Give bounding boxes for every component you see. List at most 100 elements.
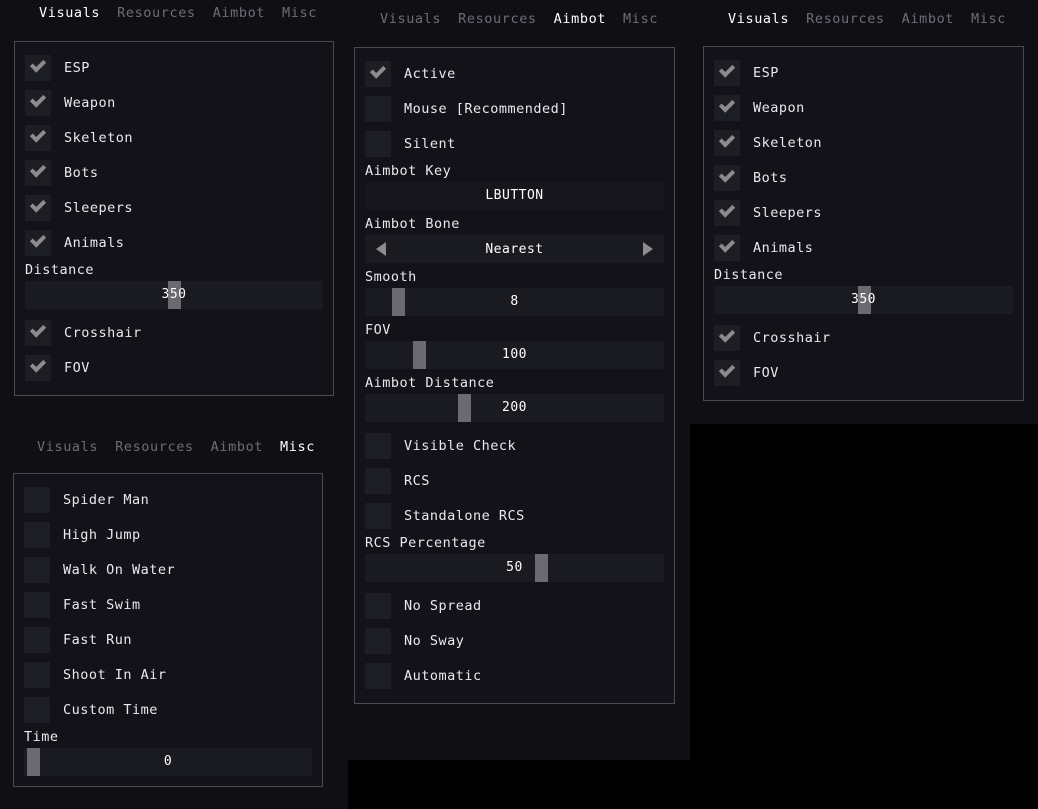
checkbox-active[interactable] — [365, 61, 391, 87]
slider-aimbot-distance[interactable]: 200 — [365, 394, 664, 422]
checkbox-row-skeleton[interactable]: Skeleton — [25, 120, 323, 155]
checkbox-fov[interactable] — [714, 360, 740, 386]
checkbox-row-standalone-rcs[interactable]: Standalone RCS — [365, 498, 664, 533]
checkbox-label-high-jump: High Jump — [63, 527, 141, 543]
tab-misc[interactable]: Misc — [623, 11, 658, 27]
checkbox-row-bots[interactable]: Bots — [714, 160, 1013, 195]
tab-misc[interactable]: Misc — [282, 5, 317, 21]
checkbox-row-weapon[interactable]: Weapon — [25, 85, 323, 120]
tab-aimbot[interactable]: Aimbot — [902, 11, 954, 27]
checkbox-row-shoot-in-air[interactable]: Shoot In Air — [24, 657, 312, 692]
checkbox-standalone-rcs[interactable] — [365, 503, 391, 529]
checkbox-no-spread[interactable] — [365, 593, 391, 619]
checkbox-sleepers[interactable] — [714, 200, 740, 226]
checkbox-esp[interactable] — [25, 55, 51, 81]
slider-value-distance: 350 — [714, 286, 1013, 314]
slider-distance[interactable]: 350 — [714, 286, 1013, 314]
checkbox-esp[interactable] — [714, 60, 740, 86]
checkbox-row-esp[interactable]: ESP — [25, 50, 323, 85]
slider-rcs-percentage[interactable]: 50 — [365, 554, 664, 582]
checkbox-row-sleepers[interactable]: Sleepers — [25, 190, 323, 225]
checkbox-spider-man[interactable] — [24, 487, 50, 513]
tab-misc[interactable]: Misc — [971, 11, 1006, 27]
tab-visuals[interactable]: Visuals — [380, 11, 441, 27]
lower-center-black-area — [348, 760, 690, 809]
slider-time[interactable]: 0 — [24, 748, 312, 776]
checkbox-row-silent[interactable]: Silent — [365, 126, 664, 161]
tab-resources[interactable]: Resources — [117, 5, 196, 21]
tab-visuals[interactable]: Visuals — [728, 11, 789, 27]
checkbox-custom-time[interactable] — [24, 697, 50, 723]
lower-right-black-area — [690, 424, 1038, 809]
tab-visuals[interactable]: Visuals — [39, 5, 100, 21]
checkbox-bots[interactable] — [25, 160, 51, 186]
checkbox-silent[interactable] — [365, 131, 391, 157]
checkbox-row-no-spread[interactable]: No Spread — [365, 588, 664, 623]
checkbox-row-mouse[interactable]: Mouse [Recommended] — [365, 91, 664, 126]
checkbox-mouse[interactable] — [365, 96, 391, 122]
checkbox-bots[interactable] — [714, 165, 740, 191]
checkbox-no-sway[interactable] — [365, 628, 391, 654]
panel-visuals-left: ESP Weapon Skeleton Bots Sleepers Animal… — [14, 41, 334, 396]
checkbox-row-rcs[interactable]: RCS — [365, 463, 664, 498]
checkbox-row-fast-run[interactable]: Fast Run — [24, 622, 312, 657]
checkbox-crosshair[interactable] — [25, 320, 51, 346]
aimbot-key-button[interactable]: LBUTTON — [365, 182, 664, 210]
checkbox-walk-on-water[interactable] — [24, 557, 50, 583]
checkbox-high-jump[interactable] — [24, 522, 50, 548]
slider-fov[interactable]: 100 — [365, 341, 664, 369]
tab-resources[interactable]: Resources — [458, 11, 537, 27]
tab-misc[interactable]: Misc — [280, 439, 315, 455]
checkbox-row-fov[interactable]: FOV — [25, 350, 323, 385]
checkbox-weapon[interactable] — [25, 90, 51, 116]
checkbox-weapon[interactable] — [714, 95, 740, 121]
checkbox-label-shoot-in-air: Shoot In Air — [63, 667, 167, 683]
tab-aimbot[interactable]: Aimbot — [211, 439, 263, 455]
checkbox-label-spider-man: Spider Man — [63, 492, 149, 508]
checkbox-row-crosshair[interactable]: Crosshair — [714, 320, 1013, 355]
checkbox-row-fast-swim[interactable]: Fast Swim — [24, 587, 312, 622]
checkbox-automatic[interactable] — [365, 663, 391, 689]
checkbox-fov[interactable] — [25, 355, 51, 381]
checkbox-fast-run[interactable] — [24, 627, 50, 653]
slider-distance[interactable]: 350 — [25, 281, 323, 309]
tab-aimbot[interactable]: Aimbot — [213, 5, 265, 21]
tabbar-visuals-left: Visuals Resources Aimbot Misc — [0, 0, 348, 26]
checkbox-visible-check[interactable] — [365, 433, 391, 459]
checkbox-row-custom-time[interactable]: Custom Time — [24, 692, 312, 727]
checkbox-row-visible-check[interactable]: Visible Check — [365, 428, 664, 463]
checkbox-row-active[interactable]: Active — [365, 56, 664, 91]
triangle-left-icon[interactable] — [376, 242, 386, 256]
triangle-right-icon[interactable] — [643, 242, 653, 256]
checkbox-animals[interactable] — [714, 235, 740, 261]
checkbox-rcs[interactable] — [365, 468, 391, 494]
slider-smooth[interactable]: 8 — [365, 288, 664, 316]
checkbox-fast-swim[interactable] — [24, 592, 50, 618]
checkbox-row-weapon[interactable]: Weapon — [714, 90, 1013, 125]
checkbox-row-esp[interactable]: ESP — [714, 55, 1013, 90]
checkbox-crosshair[interactable] — [714, 325, 740, 351]
checkbox-row-skeleton[interactable]: Skeleton — [714, 125, 1013, 160]
checkbox-row-high-jump[interactable]: High Jump — [24, 517, 312, 552]
tab-aimbot[interactable]: Aimbot — [554, 11, 606, 27]
checkbox-row-automatic[interactable]: Automatic — [365, 658, 664, 693]
checkbox-row-fov[interactable]: FOV — [714, 355, 1013, 390]
aimbot-bone-selector[interactable]: Nearest — [365, 235, 664, 263]
checkbox-row-spider-man[interactable]: Spider Man — [24, 482, 312, 517]
checkbox-skeleton[interactable] — [25, 125, 51, 151]
tab-visuals[interactable]: Visuals — [37, 439, 98, 455]
checkbox-animals[interactable] — [25, 230, 51, 256]
checkbox-row-animals[interactable]: Animals — [25, 225, 323, 260]
checkbox-row-crosshair[interactable]: Crosshair — [25, 315, 323, 350]
checkbox-sleepers[interactable] — [25, 195, 51, 221]
checkbox-row-animals[interactable]: Animals — [714, 230, 1013, 265]
checkbox-shoot-in-air[interactable] — [24, 662, 50, 688]
checkbox-row-walk-on-water[interactable]: Walk On Water — [24, 552, 312, 587]
tab-resources[interactable]: Resources — [806, 11, 885, 27]
tab-resources[interactable]: Resources — [115, 439, 194, 455]
checkbox-skeleton[interactable] — [714, 130, 740, 156]
checkbox-row-no-sway[interactable]: No Sway — [365, 623, 664, 658]
slider-value-fov: 100 — [365, 341, 664, 369]
checkbox-row-sleepers[interactable]: Sleepers — [714, 195, 1013, 230]
checkbox-row-bots[interactable]: Bots — [25, 155, 323, 190]
